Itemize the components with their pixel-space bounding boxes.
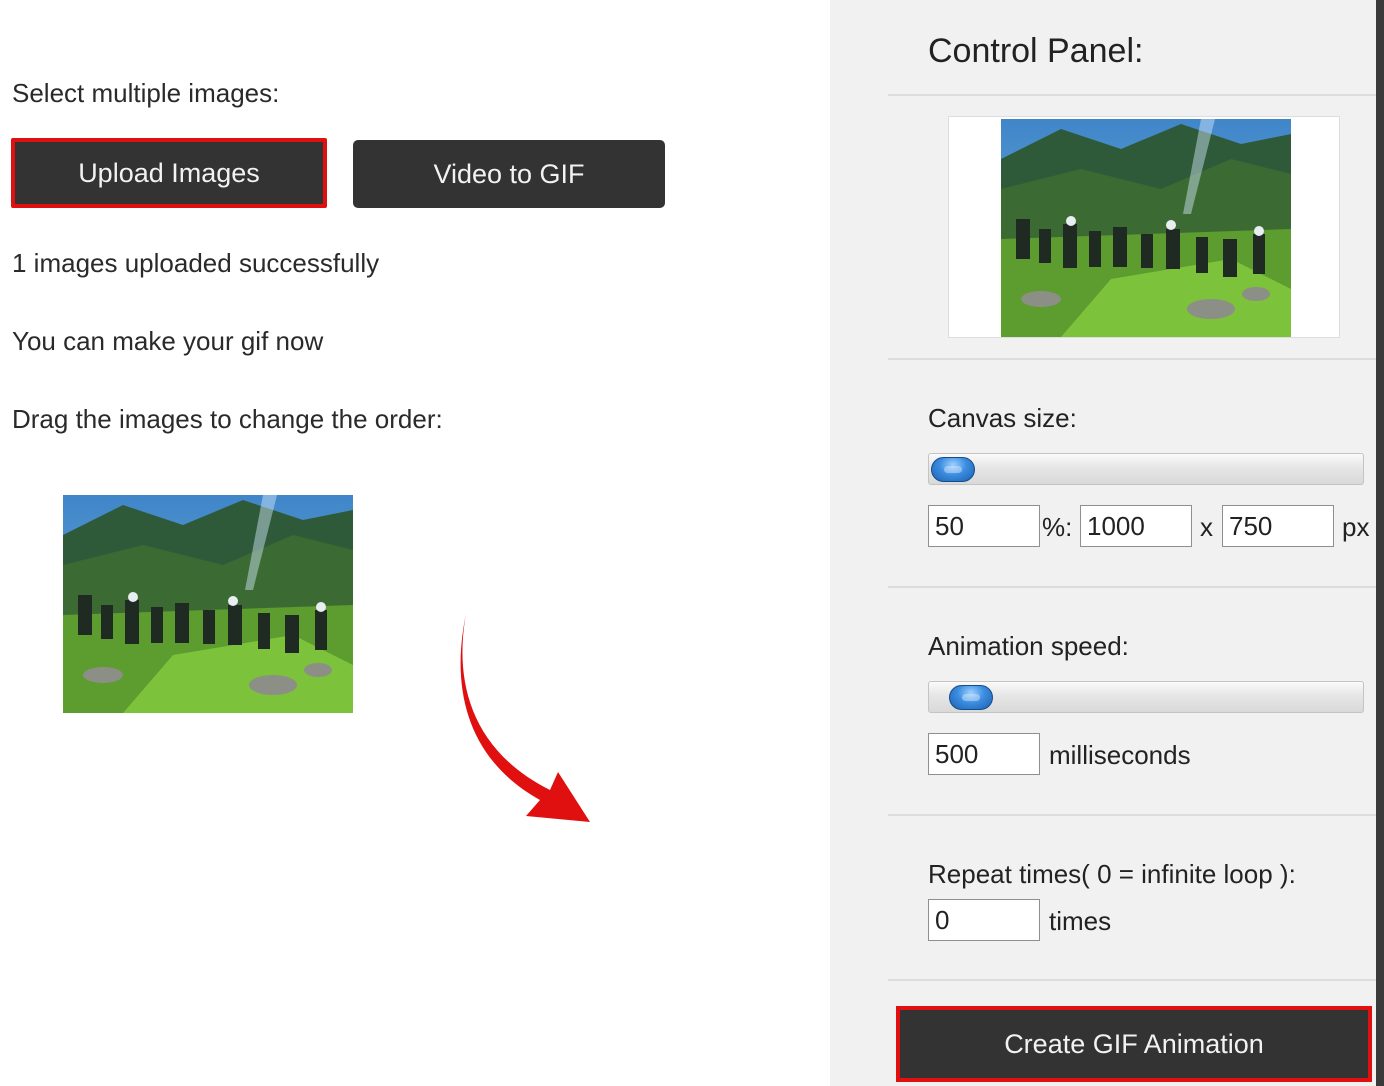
upload-status-text: 1 images uploaded successfully [12, 248, 380, 278]
canvas-width-input[interactable] [1080, 505, 1192, 547]
milliseconds-unit-label: milliseconds [1049, 740, 1191, 770]
control-panel-title: Control Panel: [928, 32, 1144, 70]
animation-speed-slider[interactable] [928, 681, 1364, 713]
divider [888, 586, 1376, 588]
canvas-height-input[interactable] [1222, 505, 1334, 547]
gif-maker-page: Select multiple images: Upload Images Vi… [0, 0, 1384, 1086]
times-unit-label: times [1049, 906, 1112, 936]
upload-area: Select multiple images: Upload Images Vi… [0, 0, 830, 1086]
drag-order-hint: Drag the images to change the order: [12, 404, 443, 434]
slider-handle-icon[interactable] [949, 685, 993, 710]
uploaded-image-thumbnail[interactable] [63, 495, 353, 713]
red-curved-arrow-icon [460, 614, 590, 822]
canvas-size-label: Canvas size: [928, 403, 1077, 433]
divider [888, 814, 1376, 816]
preview-image [1001, 119, 1291, 337]
slider-handle-icon[interactable] [931, 457, 975, 482]
window-edge [1376, 0, 1384, 1086]
landscape-photo [63, 495, 353, 713]
control-panel: Control Panel: Canvas size: 50 %: 1000 x… [830, 0, 1376, 1086]
pixel-unit-label: px [1342, 512, 1370, 542]
repeat-times-input[interactable] [928, 899, 1040, 941]
upload-images-button[interactable]: Upload Images [11, 138, 327, 208]
divider [888, 94, 1376, 96]
canvas-size-slider[interactable] [928, 453, 1364, 485]
landscape-photo [1001, 119, 1291, 337]
percent-separator: %: [1042, 512, 1073, 542]
divider [888, 979, 1376, 981]
create-gif-button[interactable]: Create GIF Animation [896, 1006, 1372, 1082]
gif-preview [948, 116, 1340, 338]
ready-status-text: You can make your gif now [12, 326, 324, 356]
dimension-separator: x [1200, 512, 1213, 542]
animation-speed-label: Animation speed: [928, 631, 1129, 661]
canvas-percent-input[interactable] [928, 505, 1040, 547]
divider [888, 358, 1376, 360]
animation-speed-input[interactable] [928, 733, 1040, 775]
repeat-times-label: Repeat times( 0 = infinite loop ): [928, 859, 1296, 889]
video-to-gif-button[interactable]: Video to GIF [353, 140, 665, 208]
select-images-label: Select multiple images: [12, 78, 280, 108]
